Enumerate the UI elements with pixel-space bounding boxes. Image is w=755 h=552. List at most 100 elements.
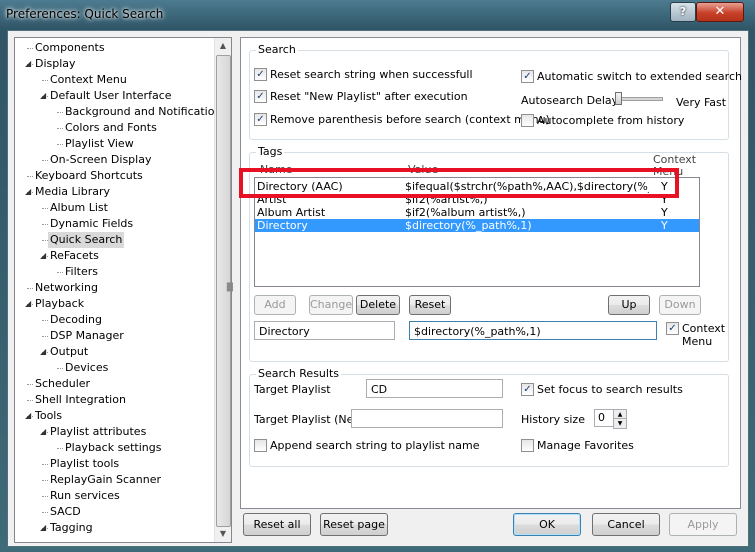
tree-item[interactable]: Run services (15, 488, 215, 504)
reset-tags-button[interactable]: Reset (409, 295, 451, 315)
tree-item[interactable]: ◢ Tools (15, 408, 215, 424)
tree-item[interactable]: Album List (15, 200, 215, 216)
tree-item[interactable]: Playback settings (15, 440, 215, 456)
tree-item-label: Context Menu (50, 73, 127, 86)
autosearch-delay-slider-thumb[interactable] (615, 92, 622, 105)
tree-item[interactable]: Filters (15, 264, 215, 280)
tree-item-label: Playback settings (65, 441, 162, 454)
up-button[interactable]: Up (608, 295, 650, 315)
tree-items: Components ◢ Display Context Menu ◢ Default U… (15, 40, 227, 536)
scroll-down-arrow-icon[interactable]: ▼ (215, 526, 231, 542)
tree-item[interactable]: ◢ Media Library (15, 184, 215, 200)
tree-item[interactable]: Dynamic Fields (15, 216, 215, 232)
history-size-value: 0 (598, 411, 605, 424)
tree-item[interactable]: ◢ ReFacets (15, 248, 215, 264)
tree-item[interactable]: ◢ Playback (15, 296, 215, 312)
search-results-group-title: Search Results (256, 367, 342, 380)
tree-item[interactable]: Quick Search (15, 232, 215, 248)
tree-expand-arrow-icon[interactable]: ◢ (40, 524, 47, 532)
checkbox-box (521, 439, 534, 452)
tag-value-cell: $if2(%album artist%,) (405, 206, 526, 219)
checkbox-box[interactable]: ✓ (521, 70, 534, 83)
target-playlist-input[interactable]: CD (366, 379, 503, 398)
tag-name-input[interactable]: Directory (254, 321, 395, 340)
checkbox-box[interactable]: ✓ (254, 113, 267, 126)
add-button[interactable]: Add (254, 295, 296, 315)
tree-expand-arrow-icon[interactable]: ◢ (25, 300, 32, 308)
checkbox-box[interactable]: ✓ (521, 383, 534, 396)
tree-item[interactable]: Playlist tools (15, 456, 215, 472)
tags-group-title: Tags (256, 145, 285, 158)
close-button[interactable]: ✕ (696, 2, 744, 22)
scroll-up-arrow-icon[interactable]: ▲ (215, 38, 231, 54)
tree-expand-arrow-icon[interactable]: ◢ (25, 412, 32, 420)
apply-button[interactable]: Apply (669, 513, 737, 536)
tree-item-label: Playlist attributes (50, 425, 147, 438)
tree-item[interactable]: Keyboard Shortcuts (15, 168, 215, 184)
tree-expand-arrow-icon[interactable]: ◢ (40, 252, 47, 260)
tag-value-input[interactable]: $directory(%_path%,1) (409, 321, 657, 340)
tree-item[interactable]: Playlist View (15, 136, 215, 152)
tree-item-label: Shell Integration (35, 393, 126, 406)
tree-item[interactable]: ◢ Playlist attributes (15, 424, 215, 440)
tree-item[interactable]: SACD (15, 504, 215, 520)
tree-expand-arrow-icon[interactable]: ◢ (40, 92, 47, 100)
checkbox-box[interactable]: ✓ (254, 68, 267, 81)
tree-item-label: On-Screen Display (50, 153, 152, 166)
tree-item[interactable]: Networking (15, 280, 215, 296)
tag-name-cell: Album Artist (257, 206, 326, 219)
tree-item-label: Components (35, 41, 105, 54)
tree-item[interactable]: ◢ Display (15, 56, 215, 72)
history-size-spinner[interactable]: 0 ▲ ▼ (594, 409, 627, 429)
tag-value-cell: $directory(%_path%,1) (405, 219, 532, 232)
tree-item-label: Colors and Fonts (65, 121, 157, 134)
tree-item-label: Playback (35, 297, 85, 310)
tree-item[interactable]: Shell Integration (15, 392, 215, 408)
tree-item[interactable]: DSP Manager (15, 328, 215, 344)
reset-page-button[interactable]: Reset page (320, 513, 388, 536)
tree-item-label: DSP Manager (50, 329, 124, 342)
tree-item[interactable]: ◢ Output (15, 344, 215, 360)
tree-item[interactable]: Devices (15, 360, 215, 376)
spin-down-arrow-icon[interactable]: ▼ (613, 418, 627, 429)
tag-context-cell: Y (661, 206, 668, 219)
tree-item[interactable]: ◢ Default User Interface (15, 88, 215, 104)
preferences-tree: Components ◢ Display Context Menu ◢ Default U… (14, 37, 232, 543)
reset-all-button[interactable]: Reset all (243, 513, 311, 536)
tree-item-label: Quick Search (48, 232, 125, 248)
tree-expand-arrow-icon[interactable]: ◢ (40, 348, 47, 356)
tree-item-label: Media Library (35, 185, 110, 198)
tree-item[interactable]: Background and Notifications (15, 104, 227, 120)
tag-row[interactable]: Album Artist $if2(%album artist%,) Y (255, 206, 699, 219)
tree-expand-arrow-icon[interactable]: ◢ (40, 428, 47, 436)
autosearch-delay-slider[interactable] (617, 97, 663, 101)
tree-item[interactable]: ◢ Tagging (15, 520, 215, 536)
tree-item[interactable]: Components (15, 40, 215, 56)
ok-button[interactable]: OK (513, 513, 581, 536)
change-button[interactable]: Change (309, 295, 353, 315)
tree-item-label: Playlist View (65, 137, 134, 150)
title-bar[interactable]: Preferences: Quick Search ? ✕ (0, 0, 755, 30)
tree-item[interactable]: Colors and Fonts (15, 120, 215, 136)
delete-button[interactable]: Delete (356, 295, 400, 315)
tree-item-label: Album List (50, 201, 108, 214)
target-playlist-new-input[interactable] (351, 409, 503, 428)
cancel-button[interactable]: Cancel (592, 513, 660, 536)
tree-expand-arrow-icon[interactable]: ◢ (25, 188, 32, 196)
annotation-highlight-box (239, 168, 679, 198)
tree-item[interactable]: Context Menu (15, 72, 215, 88)
tree-item[interactable]: ReplayGain Scanner (15, 472, 215, 488)
checkbox-box[interactable]: ✓ (254, 90, 267, 103)
help-button[interactable]: ? (670, 2, 696, 22)
tree-item[interactable]: Decoding (15, 312, 215, 328)
tree-item-label: Filters (65, 265, 98, 278)
tree-item-label: ReFacets (50, 249, 99, 262)
tree-item-label: Decoding (50, 313, 103, 326)
checkbox-box[interactable]: ✓ (666, 322, 679, 335)
down-button[interactable]: Down (659, 295, 701, 315)
tree-item[interactable]: On-Screen Display (15, 152, 215, 168)
tag-row[interactable]: Directory $directory(%_path%,1) Y (255, 219, 699, 232)
splitter-grip-icon[interactable]: ▬ ▬ ▬ (226, 280, 234, 294)
tree-expand-arrow-icon[interactable]: ◢ (25, 60, 32, 68)
tree-item[interactable]: Scheduler (15, 376, 215, 392)
